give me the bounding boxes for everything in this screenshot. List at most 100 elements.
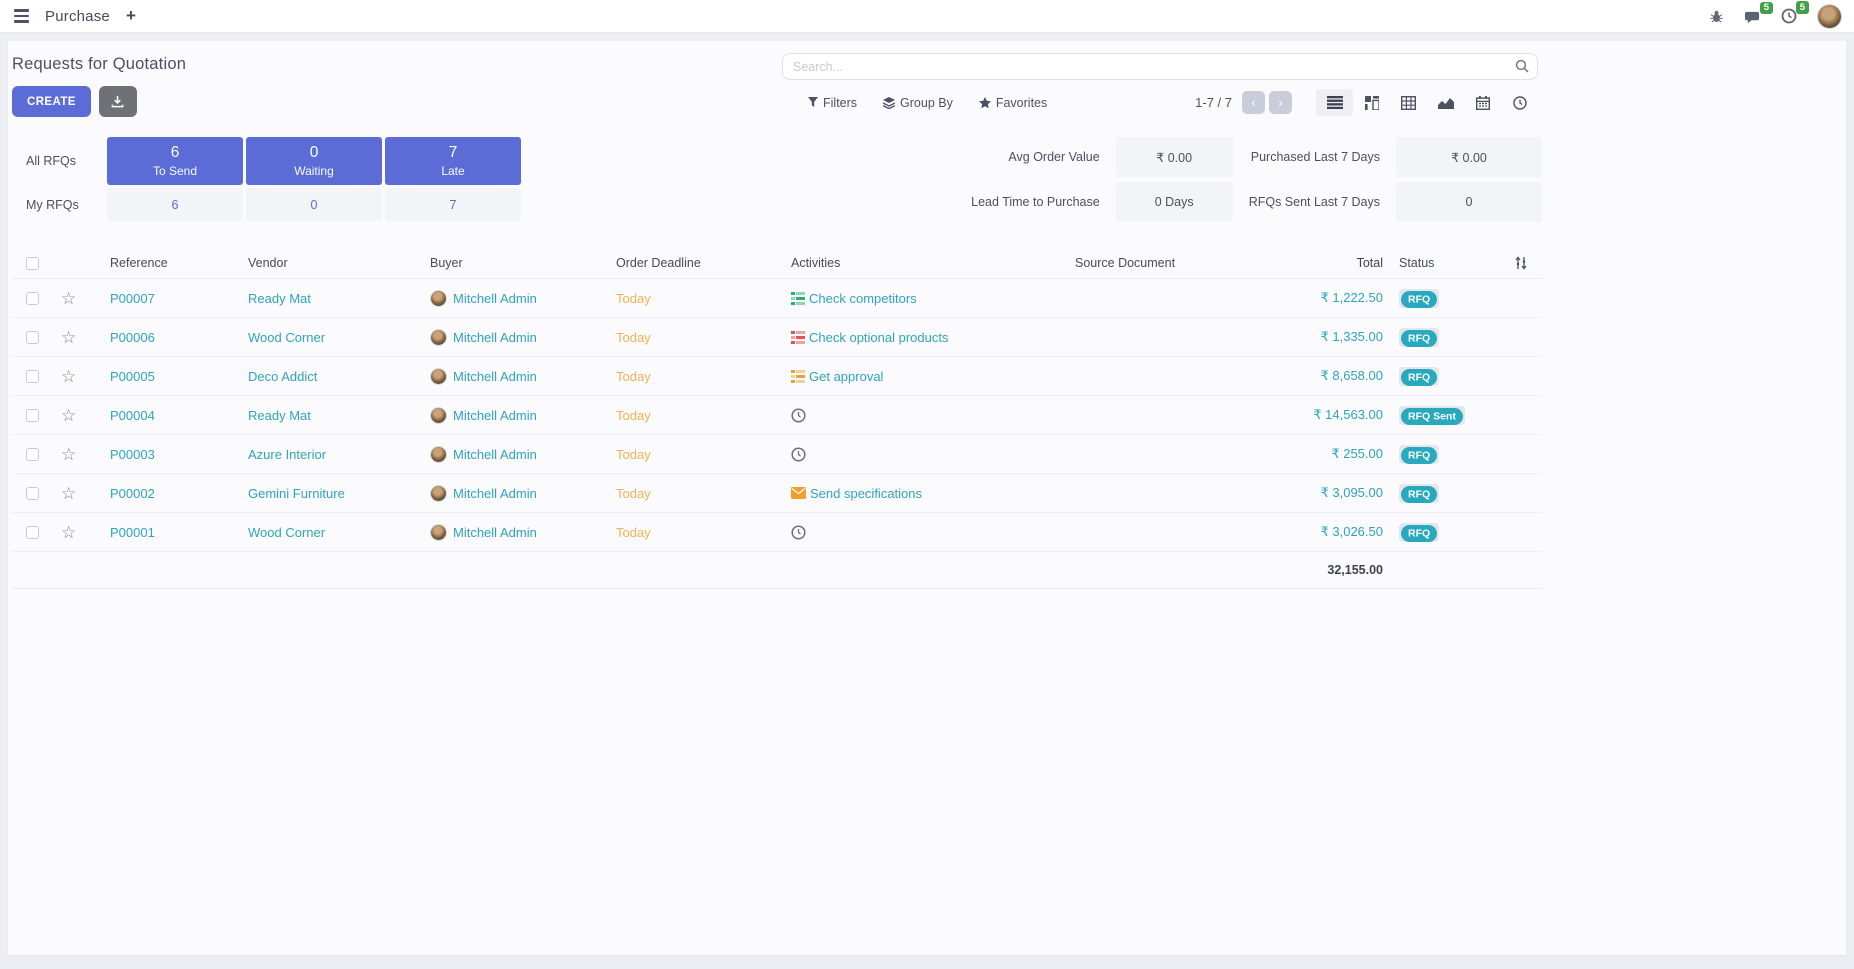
activity-list-icon[interactable]: [791, 370, 805, 383]
favorite-star-icon[interactable]: ☆: [61, 523, 76, 542]
user-avatar[interactable]: [1817, 4, 1842, 29]
activity-label[interactable]: Get approval: [809, 369, 883, 384]
table-row[interactable]: ☆ P00005 Deco Addict Mitchell Admin Toda…: [12, 357, 1542, 396]
header-vendor[interactable]: Vendor: [248, 256, 430, 270]
apps-menu-icon[interactable]: [10, 5, 33, 27]
table-row[interactable]: ☆ P00006 Wood Corner Mitchell Admin Toda…: [12, 318, 1542, 357]
table-row[interactable]: ☆ P00004 Ready Mat Mitchell Admin Today …: [12, 396, 1542, 435]
row-checkbox[interactable]: [26, 292, 39, 305]
plus-icon[interactable]: +: [122, 6, 140, 26]
order-deadline: Today: [616, 486, 791, 501]
activity-label[interactable]: Check optional products: [809, 330, 948, 345]
vendor-link[interactable]: Deco Addict: [248, 369, 430, 384]
buyer-name[interactable]: Mitchell Admin: [453, 525, 537, 540]
reference-link[interactable]: P00006: [100, 330, 248, 345]
reference-link[interactable]: P00007: [100, 291, 248, 306]
search-icon[interactable]: [1515, 59, 1529, 73]
group-by-button[interactable]: Group By: [883, 96, 953, 110]
header-activities[interactable]: Activities: [791, 256, 1075, 270]
lead-time-value: 0 Days: [1116, 182, 1233, 222]
activity-view-button[interactable]: [1501, 89, 1538, 116]
activity-clock-icon[interactable]: [791, 447, 806, 462]
vendor-link[interactable]: Ready Mat: [248, 408, 430, 423]
status-badge: RFQ: [1401, 525, 1437, 542]
vendor-link[interactable]: Wood Corner: [248, 330, 430, 345]
header-reference[interactable]: Reference: [100, 256, 248, 270]
pager-next-button[interactable]: ›: [1269, 91, 1292, 114]
messages-icon[interactable]: 5: [1744, 9, 1761, 24]
filters-button[interactable]: Filters: [808, 96, 857, 110]
status-badge: RFQ: [1401, 486, 1437, 503]
buyer-name[interactable]: Mitchell Admin: [453, 486, 537, 501]
favorite-star-icon[interactable]: ☆: [61, 328, 76, 347]
app-title[interactable]: Purchase: [45, 8, 110, 25]
reference-link[interactable]: P00001: [100, 525, 248, 540]
header-deadline[interactable]: Order Deadline: [616, 256, 791, 270]
table-row[interactable]: ☆ P00001 Wood Corner Mitchell Admin Toda…: [12, 513, 1542, 552]
buyer-name[interactable]: Mitchell Admin: [453, 369, 537, 384]
kpi-to-send-card[interactable]: 6 To Send: [107, 137, 243, 185]
row-checkbox[interactable]: [26, 370, 39, 383]
layers-icon: [883, 97, 895, 109]
my-waiting-cell[interactable]: 0: [246, 188, 382, 221]
vendor-link[interactable]: Azure Interior: [248, 447, 430, 462]
table-row[interactable]: ☆ P00003 Azure Interior Mitchell Admin T…: [12, 435, 1542, 474]
activity-clock-icon[interactable]: [791, 525, 806, 540]
table-row[interactable]: ☆ P00007 Ready Mat Mitchell Admin Today …: [12, 279, 1542, 318]
activity-label[interactable]: Check competitors: [809, 291, 917, 306]
debug-bug-icon[interactable]: [1709, 9, 1724, 24]
activity-label[interactable]: Send specifications: [810, 486, 922, 501]
header-status[interactable]: Status: [1383, 256, 1500, 270]
control-panel: Requests for Quotation CREATE: [12, 53, 1542, 117]
vendor-link[interactable]: Gemini Furniture: [248, 486, 430, 501]
vendor-link[interactable]: Wood Corner: [248, 525, 430, 540]
row-checkbox[interactable]: [26, 331, 39, 344]
optional-columns-icon[interactable]: [1500, 256, 1542, 270]
kanban-view-button[interactable]: [1353, 89, 1390, 116]
list-view-button[interactable]: [1316, 89, 1353, 116]
favorite-star-icon[interactable]: ☆: [61, 367, 76, 386]
reference-link[interactable]: P00005: [100, 369, 248, 384]
header-source[interactable]: Source Document: [1075, 256, 1233, 270]
rfq-list: Reference Vendor Buyer Order Deadline Ac…: [12, 248, 1542, 589]
search-input[interactable]: [782, 53, 1538, 80]
download-icon: [111, 95, 124, 108]
table-row[interactable]: ☆ P00002 Gemini Furniture Mitchell Admin…: [12, 474, 1542, 513]
header-buyer[interactable]: Buyer: [430, 256, 616, 270]
reference-link[interactable]: P00003: [100, 447, 248, 462]
purchased-7days-label: Purchased Last 7 Days: [1249, 150, 1380, 164]
favorite-star-icon[interactable]: ☆: [61, 484, 76, 503]
favorite-star-icon[interactable]: ☆: [61, 406, 76, 425]
kpi-waiting-card[interactable]: 0 Waiting: [246, 137, 382, 185]
pager-prev-button[interactable]: ‹: [1242, 91, 1265, 114]
activity-envelope-icon[interactable]: [791, 487, 806, 499]
calendar-view-button[interactable]: [1464, 89, 1501, 116]
reference-link[interactable]: P00004: [100, 408, 248, 423]
create-button[interactable]: CREATE: [12, 86, 91, 117]
my-late-cell[interactable]: 7: [385, 188, 521, 221]
row-checkbox[interactable]: [26, 526, 39, 539]
graph-view-button[interactable]: [1427, 89, 1464, 116]
header-total[interactable]: Total: [1233, 256, 1383, 270]
reference-link[interactable]: P00002: [100, 486, 248, 501]
kpi-late-card[interactable]: 7 Late: [385, 137, 521, 185]
my-to-send-cell[interactable]: 6: [107, 188, 243, 221]
buyer-name[interactable]: Mitchell Admin: [453, 330, 537, 345]
favorites-button[interactable]: Favorites: [979, 96, 1047, 110]
buyer-name[interactable]: Mitchell Admin: [453, 447, 537, 462]
activities-clock-icon[interactable]: 5: [1781, 8, 1797, 24]
buyer-name[interactable]: Mitchell Admin: [453, 291, 537, 306]
export-button[interactable]: [99, 86, 137, 117]
vendor-link[interactable]: Ready Mat: [248, 291, 430, 306]
buyer-name[interactable]: Mitchell Admin: [453, 408, 537, 423]
favorite-star-icon[interactable]: ☆: [61, 445, 76, 464]
row-checkbox[interactable]: [26, 448, 39, 461]
activity-clock-icon[interactable]: [791, 408, 806, 423]
favorite-star-icon[interactable]: ☆: [61, 289, 76, 308]
activity-list-icon[interactable]: [791, 292, 805, 305]
pivot-view-button[interactable]: [1390, 89, 1427, 116]
select-all-checkbox[interactable]: [26, 257, 39, 270]
row-checkbox[interactable]: [26, 409, 39, 422]
row-checkbox[interactable]: [26, 487, 39, 500]
activity-list-icon[interactable]: [791, 331, 805, 344]
